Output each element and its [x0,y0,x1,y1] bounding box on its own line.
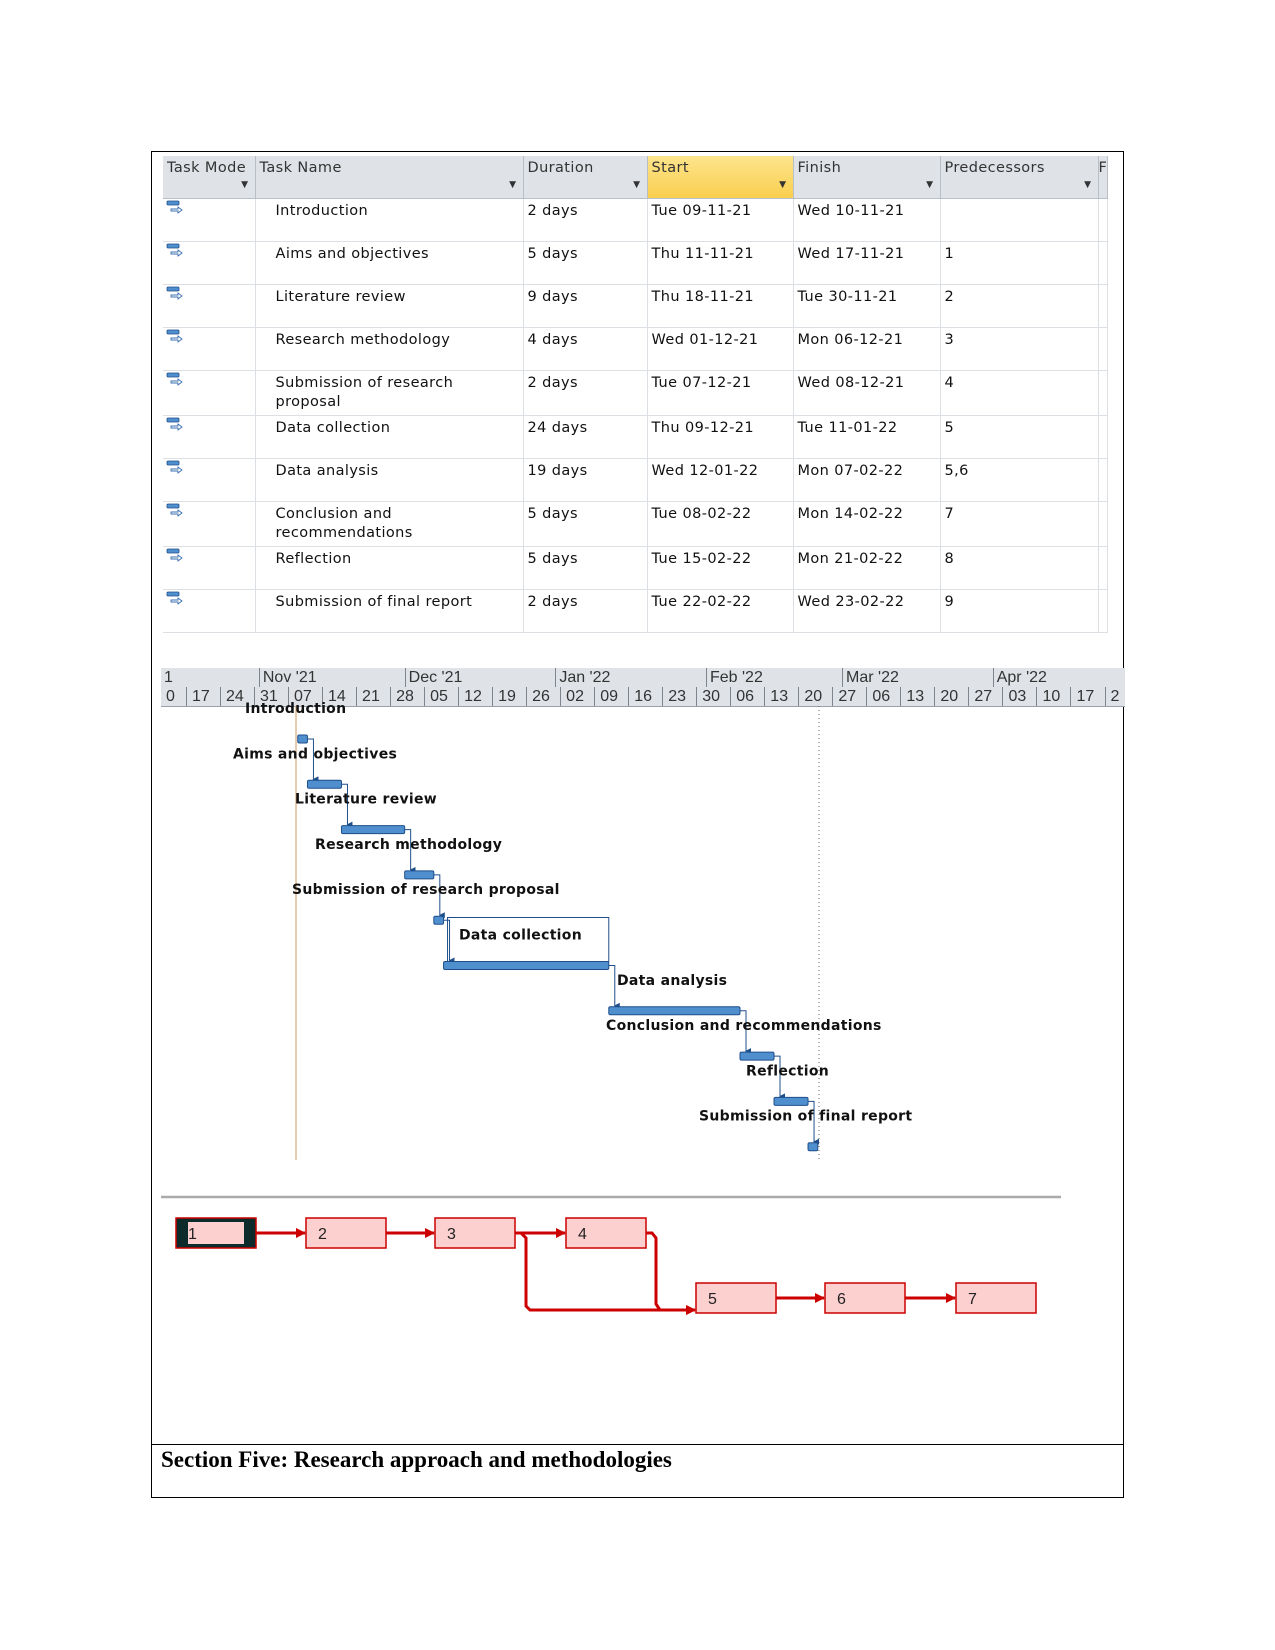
gantt-bar[interactable] [404,870,435,880]
gantt-bar[interactable] [608,1006,741,1016]
gantt-bar[interactable] [433,915,445,925]
gantt-bar-label: Submission of final report [699,1109,912,1125]
network-node[interactable]: 4 [565,1217,647,1249]
gantt-bar[interactable] [340,825,406,835]
gantt-bar[interactable] [297,734,308,744]
network-node-id: 4 [578,1226,587,1243]
network-node[interactable]: 5 [695,1282,777,1314]
gantt-bar-label: Introduction [245,701,346,717]
document-page: Task Mode ▼ Task Name ▼ Duration ▼ Start ▼ Finis… [0,0,1275,1650]
gantt-bar-label: Literature review [295,792,437,808]
network-node[interactable]: 7 [955,1282,1037,1314]
section-title: Section Five: Research approach and meth… [161,1447,672,1472]
network-node[interactable]: 2 [305,1217,387,1249]
gantt-chart: Introduction Aims and objectives Literatur… [161,701,1061,1315]
gantt-bar[interactable] [739,1051,775,1061]
gantt-bar-label: Submission of research proposal [292,882,560,898]
network-node[interactable]: 3 [434,1217,516,1249]
gantt-bar-label: Research methodology [315,837,502,853]
gantt-bar-label: Conclusion and recommendations [606,1018,882,1034]
network-node-id: 3 [447,1226,456,1243]
gantt-bar[interactable] [773,1096,809,1106]
network-node-id: 6 [837,1291,846,1308]
network-node[interactable]: 6 [824,1282,906,1314]
gantt-bar-label: Data analysis [617,973,727,989]
dependency-link [608,965,620,1009]
network-node-id: 7 [968,1291,977,1308]
gantt-bar[interactable] [443,961,610,970]
gantt-bar[interactable] [807,1142,819,1152]
network-node-id: 1 [188,1226,197,1243]
dependency-link [443,919,455,964]
gantt-bar-label: Aims and objectives [233,746,397,762]
section-divider [151,1444,1124,1445]
network-node-id: 2 [318,1226,327,1243]
network-node[interactable]: 1 [175,1217,257,1249]
network-node-id: 5 [708,1291,717,1308]
gantt-bar-label: Reflection [746,1063,829,1079]
network-link [646,1231,696,1315]
gantt-bar[interactable] [306,779,342,789]
gantt-bar-label: Data collection [459,928,582,944]
